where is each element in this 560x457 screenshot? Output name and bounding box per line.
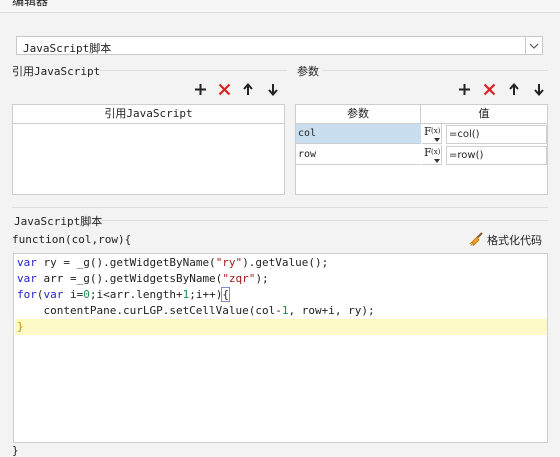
move-up-ref-button[interactable] — [240, 81, 256, 97]
param-name-cell[interactable]: row — [296, 145, 421, 165]
params-section-label: 参数 — [297, 65, 319, 78]
current-line-highlight — [15, 319, 547, 335]
formula-button[interactable]: F (x) — [422, 124, 442, 144]
matched-brace: { — [221, 287, 230, 302]
params-table: 参数 值 col F (x) =col() row F (x) =row() — [295, 104, 548, 195]
ref-section-label: 引用JavaScript — [12, 65, 101, 78]
params-section-divider — [323, 70, 548, 71]
window-title: 编辑器 — [12, 0, 49, 8]
title-bar: 编辑器 — [0, 0, 560, 13]
ref-list-panel[interactable]: 引用JavaScript — [12, 104, 285, 195]
code-line: var arr =_g().getWidgetsByName("zqr"); — [17, 272, 269, 285]
add-ref-button[interactable] — [192, 81, 208, 97]
code-line: contentPane.curLGP.setCellValue(col-1, r… — [17, 304, 375, 317]
code-editor[interactable]: var ry = _g().getWidgetByName("ry").getV… — [13, 253, 548, 443]
code-line: for(var i=0;i<arr.length+1;i++){ — [17, 287, 230, 302]
script-section-divider — [100, 220, 548, 221]
delete-ref-button[interactable] — [216, 81, 232, 97]
section-divider — [12, 207, 548, 208]
param-name-cell[interactable]: col — [296, 124, 421, 144]
param-value-input[interactable]: =row() — [446, 146, 547, 165]
function-closing: } — [12, 444, 19, 457]
script-section-label: JavaScript脚本 — [14, 215, 103, 228]
add-param-button[interactable] — [456, 81, 472, 97]
delete-param-button[interactable] — [481, 81, 497, 97]
script-type-select[interactable]: JavaScript脚本 — [16, 36, 543, 55]
code-line: var ry = _g().getWidgetByName("ry").getV… — [17, 256, 329, 269]
move-up-param-button[interactable] — [506, 81, 522, 97]
format-code-button[interactable]: 格式化代码 — [469, 231, 542, 249]
chevron-down-icon[interactable] — [525, 37, 542, 54]
function-signature: function(col,row){ — [12, 233, 132, 246]
ref-section-divider — [100, 70, 287, 71]
param-value-header: 值 — [421, 105, 547, 124]
param-name-header: 参数 — [296, 105, 421, 124]
formula-button[interactable]: F (x) — [422, 145, 442, 165]
param-value-input[interactable]: =col() — [446, 125, 547, 144]
move-down-ref-button[interactable] — [265, 81, 281, 97]
move-down-param-button[interactable] — [531, 81, 547, 97]
code-line: } — [17, 320, 24, 333]
script-type-value: JavaScript脚本 — [23, 42, 112, 55]
format-code-label: 格式化代码 — [487, 234, 542, 247]
broom-icon — [469, 231, 484, 249]
ref-column-header: 引用JavaScript — [13, 105, 284, 124]
